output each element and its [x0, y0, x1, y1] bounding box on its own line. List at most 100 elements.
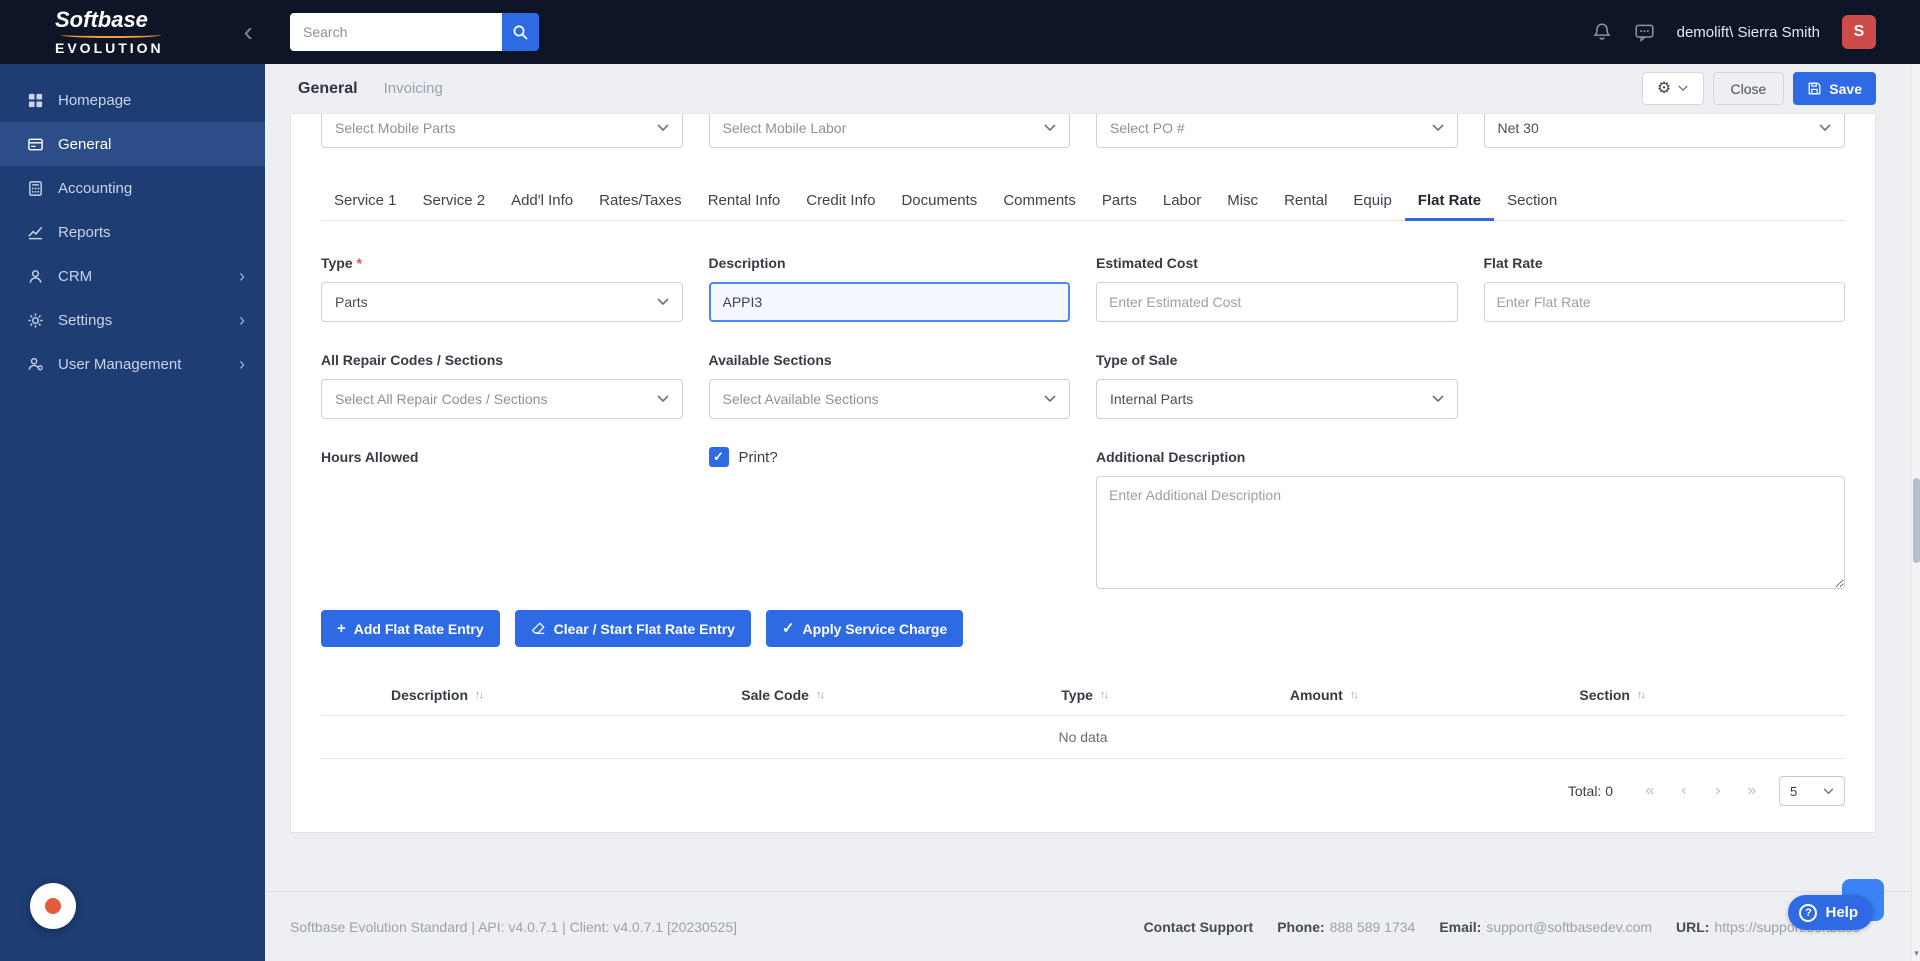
next-page-icon[interactable]: ›	[1701, 782, 1735, 800]
search-button[interactable]	[502, 13, 539, 51]
chat-widget-dot-icon	[45, 898, 61, 914]
contact-support-link[interactable]: Contact Support	[1144, 919, 1254, 935]
settings-dropdown-button[interactable]: ⚙	[1641, 72, 1704, 105]
sort-icon[interactable]: ↑↓	[475, 689, 484, 701]
repair-codes-select[interactable]: Select All Repair Codes / Sections	[321, 379, 683, 419]
sidebar-item-crm[interactable]: CRM ›	[0, 254, 265, 298]
mobile-parts-select-value: Select Mobile Parts	[335, 120, 456, 136]
add-flat-rate-entry-button[interactable]: + Add Flat Rate Entry	[321, 610, 500, 647]
type-of-sale-select[interactable]: Internal Parts	[1096, 379, 1458, 419]
available-sections-select[interactable]: Select Available Sections	[708, 379, 1070, 419]
additional-description-textarea[interactable]	[1096, 476, 1845, 589]
type-of-sale-label: Type of Sale	[1096, 352, 1178, 368]
type-of-sale-field: Type of Sale Internal Parts	[1096, 352, 1458, 419]
print-label: Print?	[738, 448, 778, 466]
apply-service-charge-label: Apply Service Charge	[802, 620, 948, 637]
tab-labor[interactable]: Labor	[1150, 192, 1214, 220]
apply-service-charge-button[interactable]: ✓ Apply Service Charge	[765, 610, 964, 647]
flat-rate-input[interactable]	[1483, 282, 1845, 322]
scrollbar-thumb[interactable]	[1913, 478, 1920, 563]
global-search	[290, 13, 539, 51]
type-label: Type *	[321, 255, 362, 271]
tab-documents[interactable]: Documents	[888, 192, 990, 220]
main-content: General Invoicing ⚙ Close Save Select Mo…	[265, 64, 1920, 961]
terms-select[interactable]: Net 30	[1483, 114, 1845, 148]
tab-service-1[interactable]: Service 1	[321, 192, 410, 220]
mobile-parts-select[interactable]: Select Mobile Parts	[321, 114, 683, 148]
vertical-scrollbar[interactable]: ▾	[1911, 64, 1920, 961]
tab-parts[interactable]: Parts	[1089, 192, 1150, 220]
type-select-value: Parts	[335, 294, 368, 310]
type-of-sale-select-value: Internal Parts	[1110, 391, 1194, 407]
version-info: Softbase Evolution Standard | API: v4.0.…	[290, 918, 738, 935]
sort-icon[interactable]: ↑↓	[1100, 689, 1109, 701]
column-sale-code: Sale Code ↑↓	[741, 687, 825, 703]
close-button[interactable]: Close	[1712, 72, 1785, 105]
mobile-labor-select[interactable]: Select Mobile Labor	[708, 114, 1070, 148]
support-email[interactable]: Email: support@softbasedev.com	[1439, 919, 1652, 935]
tab-rates-taxes[interactable]: Rates/Taxes	[586, 192, 695, 220]
sidebar-collapse-icon[interactable]: ‹	[244, 18, 253, 46]
crm-person-icon	[26, 267, 44, 285]
tab-rental[interactable]: Rental	[1271, 192, 1340, 220]
search-input[interactable]	[290, 13, 502, 51]
tab-comments[interactable]: Comments	[990, 192, 1089, 220]
tab-invoicing[interactable]: Invoicing	[384, 80, 443, 97]
page-size-select[interactable]: 5	[1779, 776, 1845, 806]
total-count: Total: 0	[1567, 783, 1613, 799]
plus-icon: +	[337, 620, 346, 637]
sort-icon[interactable]: ↑↓	[816, 689, 825, 701]
help-question-icon: ?	[1799, 903, 1818, 922]
user-avatar[interactable]: S	[1842, 15, 1876, 49]
chevron-right-icon: ›	[239, 310, 245, 330]
chevron-down-icon	[656, 298, 669, 306]
page-size-value: 5	[1790, 783, 1798, 799]
po-number-select[interactable]: Select PO #	[1096, 114, 1458, 148]
help-button-label: Help	[1825, 904, 1858, 921]
chevron-down-icon	[656, 395, 669, 403]
save-button[interactable]: Save	[1793, 72, 1876, 105]
app-footer: Softbase Evolution Standard | API: v4.0.…	[265, 891, 1920, 961]
column-description: Description ↑↓	[391, 687, 484, 703]
reports-chart-icon	[26, 223, 44, 241]
chat-widget-button[interactable]	[30, 883, 76, 929]
type-select[interactable]: Parts	[321, 282, 683, 322]
description-input[interactable]	[708, 282, 1070, 322]
clear-flat-rate-entry-button[interactable]: Clear / Start Flat Rate Entry	[514, 610, 751, 647]
tab-service-2[interactable]: Service 2	[410, 192, 499, 220]
sidebar-item-accounting[interactable]: Accounting	[0, 166, 265, 210]
chevron-down-icon	[1678, 85, 1688, 92]
tab-addl-info[interactable]: Add'l Info	[498, 192, 586, 220]
sort-icon[interactable]: ↑↓	[1350, 689, 1359, 701]
sidebar-item-settings[interactable]: Settings ›	[0, 298, 265, 342]
tab-general[interactable]: General	[298, 80, 358, 98]
tab-misc[interactable]: Misc	[1214, 192, 1271, 220]
last-page-icon[interactable]: »	[1735, 782, 1769, 800]
help-button[interactable]: ? Help	[1788, 895, 1873, 930]
notifications-bell-icon[interactable]	[1592, 22, 1612, 42]
tab-credit-info[interactable]: Credit Info	[793, 192, 888, 220]
sidebar-item-reports[interactable]: Reports	[0, 210, 265, 254]
sidebar-item-general[interactable]: General	[0, 122, 265, 166]
tab-equip[interactable]: Equip	[1340, 192, 1404, 220]
tab-rental-info[interactable]: Rental Info	[695, 192, 794, 220]
chevron-right-icon: ›	[239, 354, 245, 374]
sidebar-item-user-management[interactable]: User Management ›	[0, 342, 265, 386]
chevron-down-icon	[1044, 395, 1056, 403]
tab-section[interactable]: Section	[1494, 192, 1570, 220]
messages-icon[interactable]	[1634, 22, 1655, 42]
previous-page-icon[interactable]: ‹	[1667, 782, 1701, 800]
print-checkbox[interactable]: ✓	[708, 447, 729, 467]
logo-swoosh	[61, 32, 161, 38]
scrollbar-down-arrow-icon[interactable]: ▾	[1912, 948, 1920, 959]
estimated-cost-field: Estimated Cost	[1096, 255, 1458, 322]
chevron-down-icon	[1819, 124, 1831, 132]
sidebar-item-homepage[interactable]: Homepage	[0, 78, 265, 122]
estimated-cost-input[interactable]	[1096, 282, 1458, 322]
sort-icon[interactable]: ↑↓	[1637, 689, 1646, 701]
first-page-icon[interactable]: «	[1633, 782, 1667, 800]
page-tabs: General Invoicing	[290, 80, 443, 98]
gear-icon: ⚙	[1656, 79, 1672, 97]
tab-flat-rate[interactable]: Flat Rate	[1404, 192, 1495, 221]
estimated-cost-label: Estimated Cost	[1096, 255, 1198, 271]
